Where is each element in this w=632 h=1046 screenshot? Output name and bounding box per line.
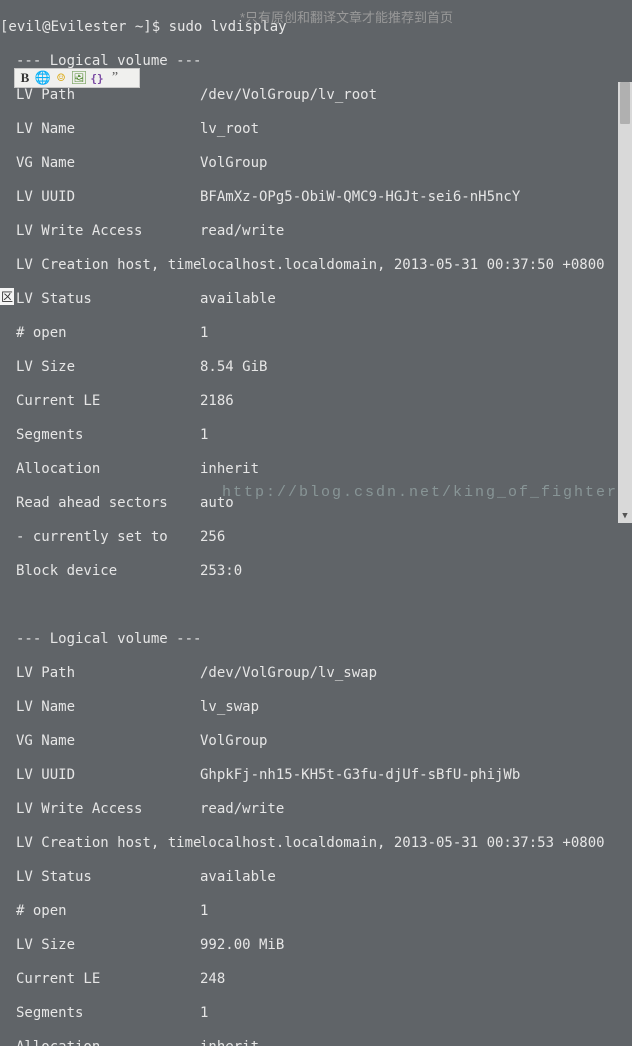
scroll-down-icon[interactable]: ▼ bbox=[618, 509, 632, 523]
editor-toolbar: B 🌐 ☺ 🖼 {} ” bbox=[14, 68, 140, 88]
lv1-segments: Segments1 bbox=[0, 427, 632, 444]
lv2-path: LV Path/dev/VolGroup/lv_swap bbox=[0, 665, 632, 682]
lv2-header: --- Logical volume --- bbox=[0, 631, 632, 648]
overlay-hint-text: *只有原创和翻译文章才能推荐到首页 bbox=[240, 7, 453, 26]
scroll-thumb[interactable] bbox=[620, 82, 630, 124]
lv2-open: # open1 bbox=[0, 903, 632, 920]
lv1-status: LV Statusavailable bbox=[0, 291, 632, 308]
lv2-allocation: Allocationinherit bbox=[0, 1039, 632, 1046]
lv1-creation: LV Creation host, timelocalhost.localdom… bbox=[0, 257, 632, 274]
lv2-name: LV Namelv_swap bbox=[0, 699, 632, 716]
scrollbar[interactable]: ▼ bbox=[618, 82, 632, 523]
lv1-vgname: VG NameVolGroup bbox=[0, 155, 632, 172]
code-icon[interactable]: {} bbox=[89, 70, 105, 86]
smile-icon[interactable]: ☺ bbox=[53, 70, 69, 86]
lv1-allocation: Allocationinherit bbox=[0, 461, 632, 478]
lv2-status: LV Statusavailable bbox=[0, 869, 632, 886]
terminal-output: [evil@Evilester ~]$ sudo lvdisplay --- L… bbox=[0, 0, 632, 1046]
lv2-uuid: LV UUIDGhpkFj-nh15-KH5t-G3fu-djUf-sBfU-p… bbox=[0, 767, 632, 784]
user-host: [evil@Evilester ~]$ bbox=[0, 19, 160, 35]
lv1-currently-set: - currently set to256 bbox=[0, 529, 632, 546]
lv2-write-access: LV Write Accessread/write bbox=[0, 801, 632, 818]
lv2-current-le: Current LE248 bbox=[0, 971, 632, 988]
lv2-creation: LV Creation host, timelocalhost.localdom… bbox=[0, 835, 632, 852]
lv1-write-access: LV Write Accessread/write bbox=[0, 223, 632, 240]
watermark: http://blog.csdn.net/king_of_fighter bbox=[222, 484, 618, 501]
lv1-path: LV Path/dev/VolGroup/lv_root bbox=[0, 87, 632, 104]
image-icon[interactable]: 🖼 bbox=[71, 70, 87, 86]
blank-line bbox=[0, 597, 632, 614]
lv2-segments: Segments1 bbox=[0, 1005, 632, 1022]
link-icon[interactable]: 🌐 bbox=[35, 70, 51, 86]
region-mark: 区 bbox=[0, 288, 14, 305]
quote-icon[interactable]: ” bbox=[107, 70, 123, 86]
lv2-vgname: VG NameVolGroup bbox=[0, 733, 632, 750]
lv1-size: LV Size8.54 GiB bbox=[0, 359, 632, 376]
lv1-block-device: Block device253:0 bbox=[0, 563, 632, 580]
lv1-open: # open1 bbox=[0, 325, 632, 342]
bold-icon[interactable]: B bbox=[17, 70, 33, 86]
lv1-uuid: LV UUIDBFAmXz-OPg5-ObiW-QMC9-HGJt-sei6-n… bbox=[0, 189, 632, 206]
lv1-name: LV Namelv_root bbox=[0, 121, 632, 138]
lv2-size: LV Size992.00 MiB bbox=[0, 937, 632, 954]
lv1-current-le: Current LE2186 bbox=[0, 393, 632, 410]
